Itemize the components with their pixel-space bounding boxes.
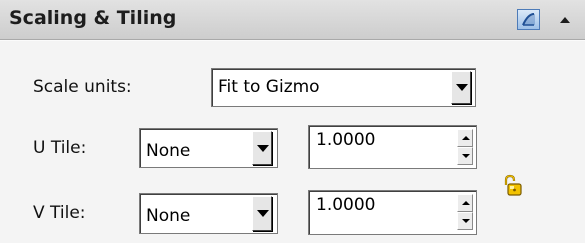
scale-units-label: Scale units:: [33, 77, 132, 97]
arrow-down-icon: [462, 219, 470, 223]
v-tile-decrement-button[interactable]: [457, 212, 473, 230]
v-tile-spin-buttons: [457, 194, 473, 230]
unlock-icon[interactable]: [500, 174, 524, 198]
uv-scale-icon[interactable]: [517, 9, 540, 30]
v-tile-increment-button[interactable]: [457, 194, 473, 212]
v-tile-label: V Tile:: [33, 203, 86, 223]
u-tile-mode-value: None: [146, 141, 191, 161]
u-tile-amount-value[interactable]: 1.0000: [316, 130, 375, 150]
arrow-up-icon: [462, 136, 470, 140]
u-tile-decrement-button[interactable]: [457, 147, 473, 165]
u-tile-increment-button[interactable]: [457, 129, 473, 147]
chevron-down-icon: [456, 84, 468, 91]
chevron-down-icon: [257, 145, 269, 152]
u-tile-mode-dropdown-button[interactable]: [252, 131, 272, 165]
v-tile-mode-dropdown-button[interactable]: [252, 196, 272, 231]
u-tile-spin-buttons: [457, 129, 473, 165]
scaling-tiling-content: Scale units: Fit to Gizmo U Tile: None 1…: [0, 40, 585, 243]
v-tile-mode-dropdown[interactable]: None: [139, 193, 278, 234]
collapse-arrow-icon[interactable]: [553, 11, 577, 29]
chevron-down-icon: [257, 210, 269, 217]
arrow-up-icon: [462, 201, 470, 205]
v-tile-amount-value[interactable]: 1.0000: [316, 195, 375, 215]
u-tile-amount-spinner[interactable]: 1.0000: [308, 125, 477, 169]
panel-header[interactable]: Scaling & Tiling: [0, 0, 585, 40]
u-tile-label: U Tile:: [33, 138, 87, 158]
u-tile-mode-dropdown[interactable]: None: [139, 128, 278, 168]
scale-units-dropdown[interactable]: Fit to Gizmo: [211, 68, 476, 107]
scale-units-dropdown-button[interactable]: [451, 71, 471, 104]
arrow-down-icon: [462, 154, 470, 158]
v-tile-mode-value: None: [146, 206, 191, 226]
scale-units-value: Fit to Gizmo: [218, 77, 320, 97]
panel-title: Scaling & Tiling: [9, 7, 177, 29]
v-tile-amount-spinner[interactable]: 1.0000: [308, 190, 477, 235]
